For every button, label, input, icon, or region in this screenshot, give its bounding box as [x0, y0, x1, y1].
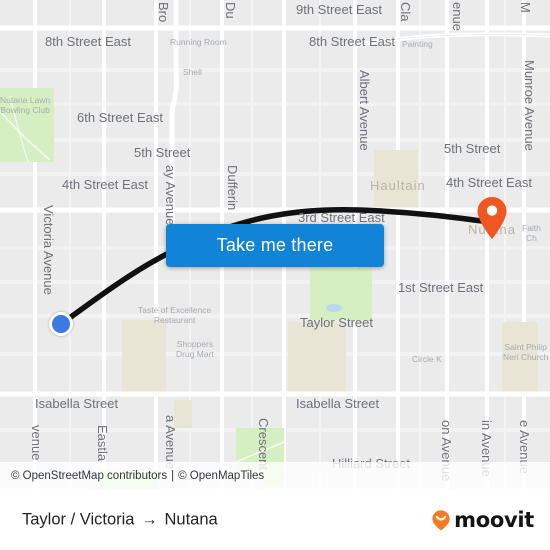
trip-footer: Taylor / Victoria → Nutana moovit: [0, 489, 550, 550]
attribution-separator: |: [171, 469, 175, 482]
attribution-osm[interactable]: © OpenStreetMap contributors: [11, 470, 167, 482]
trip-destination: Nutana: [164, 510, 218, 528]
attribution-openmaptiles[interactable]: © OpenMapTiles: [178, 470, 264, 482]
map-pin-icon: [477, 197, 507, 239]
moovit-logo[interactable]: moovit: [430, 508, 534, 532]
arrow-right-icon: →: [141, 511, 158, 528]
origin-marker[interactable]: [49, 312, 73, 336]
take-me-there-button[interactable]: Take me there: [166, 224, 384, 267]
destination-marker[interactable]: [476, 196, 508, 240]
map-canvas[interactable]: 9th Street East 8th Street East 8th Street…: [0, 0, 550, 489]
trip-origin: Taylor / Victoria: [22, 510, 135, 528]
moovit-pin-icon: [432, 509, 450, 530]
trip-summary: Taylor / Victoria → Nutana: [22, 510, 218, 529]
moovit-trip-screen: 9th Street East 8th Street East 8th Street…: [0, 0, 550, 550]
moovit-wordmark: moovit: [454, 507, 534, 532]
map-attribution: © OpenStreetMap contributors | © OpenMap…: [0, 462, 550, 489]
